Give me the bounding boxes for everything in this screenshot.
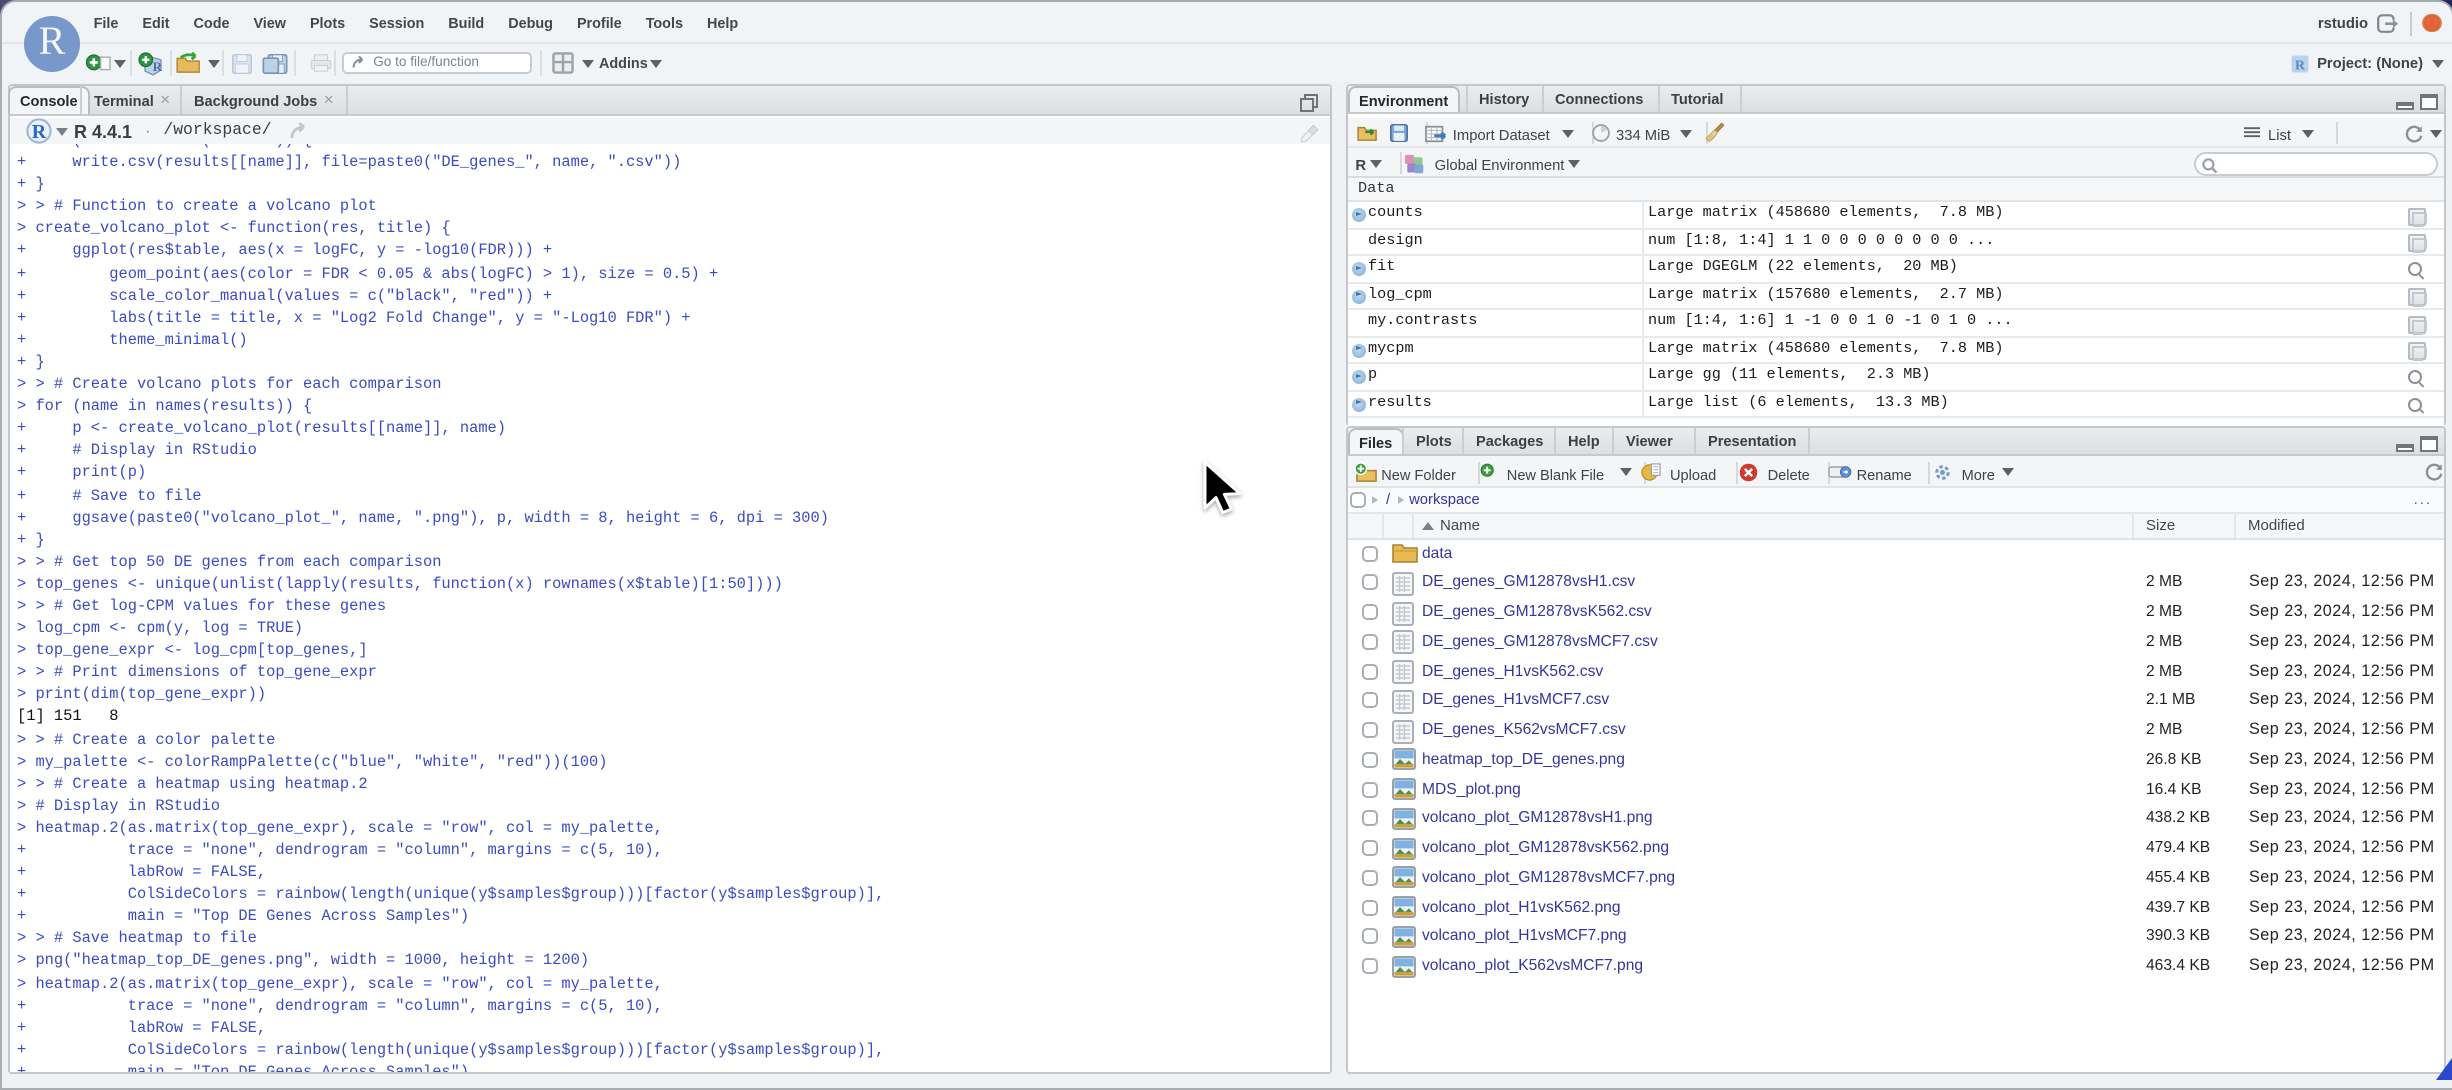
- svg-text:R: R: [32, 121, 47, 143]
- svg-text:R: R: [2294, 56, 2305, 71]
- svg-text:R: R: [152, 58, 162, 73]
